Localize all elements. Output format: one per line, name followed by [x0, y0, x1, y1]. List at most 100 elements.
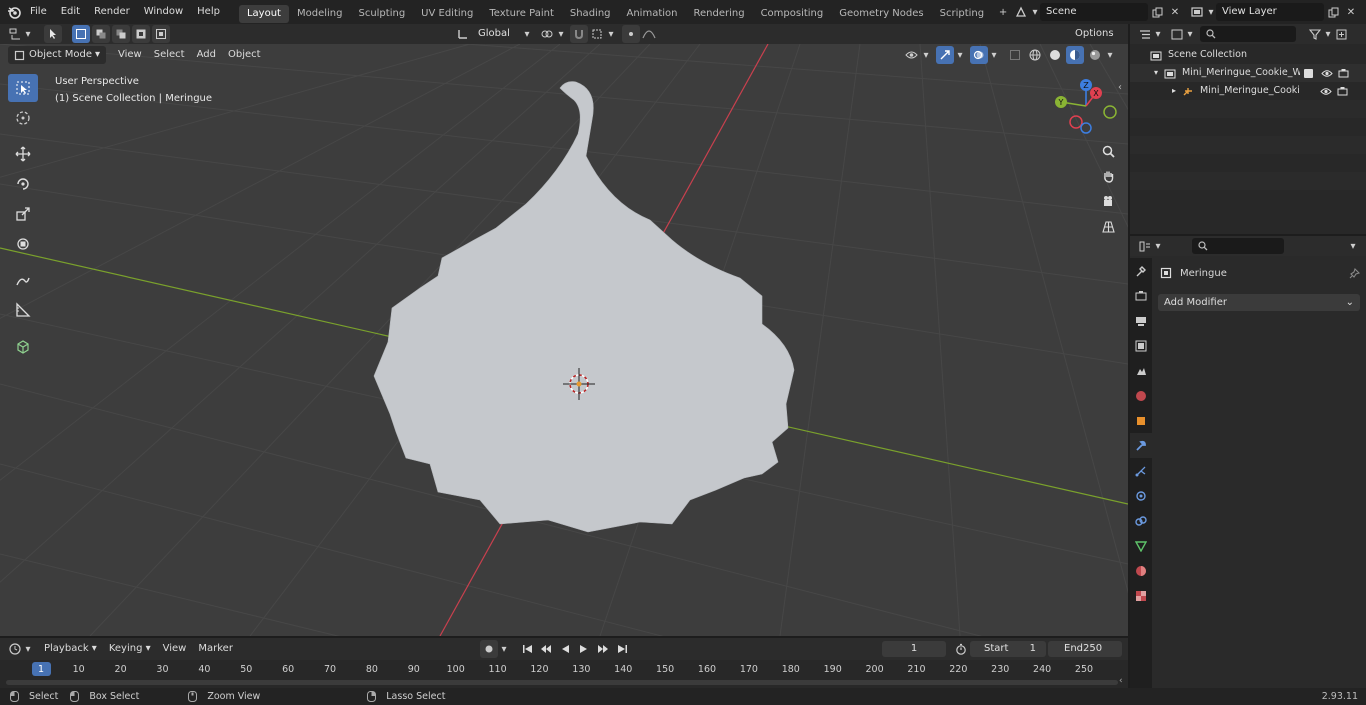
menu-select[interactable]: Select: [148, 46, 191, 64]
snap-target-icon[interactable]: [588, 25, 606, 43]
outliner-row-collection[interactable]: ▾ Mini_Meringue_Cookie_White: [1130, 64, 1366, 82]
menu-add[interactable]: Add: [191, 46, 222, 64]
add-modifier-dropdown[interactable]: Add Modifier ⌄: [1158, 294, 1360, 311]
expand-down-icon[interactable]: ▾: [1154, 64, 1164, 82]
tab-layout[interactable]: Layout: [238, 4, 289, 23]
navigation-gizmo[interactable]: Z X Y: [1052, 76, 1122, 146]
perspective-grid-icon[interactable]: [1097, 215, 1119, 237]
modifier-tab-icon[interactable]: [1130, 433, 1152, 458]
view-layer-icon[interactable]: [1188, 3, 1206, 21]
scale-tool-icon[interactable]: [8, 200, 38, 228]
sidebar-toggle-icon[interactable]: ‹: [1118, 82, 1122, 93]
select-intersect-icon[interactable]: [152, 25, 170, 43]
3d-viewport[interactable]: User Perspective (1) Scene Collection | …: [0, 24, 1128, 636]
mode-dropdown[interactable]: Object Mode ▾: [8, 46, 106, 64]
pivot-point-icon[interactable]: [538, 25, 556, 43]
close-view-layer-icon[interactable]: ✕: [1342, 3, 1360, 21]
timeline-sidebar-toggle-icon[interactable]: ‹: [1119, 676, 1123, 686]
menu-view[interactable]: View: [112, 46, 148, 64]
tab-modeling[interactable]: Modeling: [289, 5, 351, 23]
outliner-row-scene-collection[interactable]: Scene Collection: [1130, 46, 1366, 64]
select-new-icon[interactable]: [72, 25, 90, 43]
eye-icon[interactable]: [1321, 69, 1333, 78]
rotate-tool-icon[interactable]: [8, 170, 38, 198]
tab-animation[interactable]: Animation: [619, 5, 686, 23]
output-tab-icon[interactable]: [1130, 308, 1152, 333]
outliner-row-object[interactable]: ▸ Mini_Meringue_Cookie_W: [1130, 82, 1366, 100]
menu-window[interactable]: Window: [137, 0, 190, 24]
eye-icon[interactable]: [1320, 87, 1332, 96]
xray-toggle-icon[interactable]: [1006, 46, 1024, 64]
object-tab-icon[interactable]: [1130, 408, 1152, 433]
copy-scene-icon[interactable]: [1148, 3, 1166, 21]
physics-tab-icon[interactable]: [1130, 483, 1152, 508]
close-scene-icon[interactable]: ✕: [1166, 3, 1184, 21]
rendered-shading-icon[interactable]: [1086, 46, 1104, 64]
camera-icon[interactable]: [1097, 190, 1119, 212]
properties-search-input[interactable]: [1192, 238, 1284, 254]
copy-view-layer-icon[interactable]: [1324, 3, 1342, 21]
tab-shading[interactable]: Shading: [562, 5, 619, 23]
measure-tool-icon[interactable]: [8, 296, 38, 324]
pan-hand-icon[interactable]: [1097, 165, 1119, 187]
filter-icon[interactable]: [1306, 25, 1324, 43]
view-layer-tab-icon[interactable]: [1130, 333, 1152, 358]
outliner-search-input[interactable]: [1200, 26, 1296, 42]
tab-uv-editing[interactable]: UV Editing: [413, 5, 481, 23]
menu-render[interactable]: Render: [87, 0, 137, 24]
material-preview-shading-icon[interactable]: [1066, 46, 1084, 64]
scene-browse-icon[interactable]: [1012, 3, 1030, 21]
editor-type-icon[interactable]: [6, 25, 24, 43]
transform-tool-icon[interactable]: [8, 230, 38, 258]
tab-compositing[interactable]: Compositing: [753, 5, 832, 23]
add-workspace-button[interactable]: +: [994, 3, 1012, 21]
solid-shading-icon[interactable]: [1046, 46, 1064, 64]
scene-tab-icon[interactable]: [1130, 358, 1152, 383]
render-camera-icon[interactable]: [1338, 68, 1349, 78]
zoom-icon[interactable]: [1097, 140, 1119, 162]
menu-help[interactable]: Help: [190, 0, 227, 24]
tab-scripting[interactable]: Scripting: [932, 5, 992, 23]
display-mode-icon[interactable]: [1168, 25, 1186, 43]
menu-object[interactable]: Object: [222, 46, 267, 64]
render-tab-icon[interactable]: [1130, 283, 1152, 308]
pin-icon[interactable]: [1349, 267, 1360, 279]
new-collection-icon[interactable]: [1332, 25, 1350, 43]
scene-name-field[interactable]: Scene: [1040, 3, 1148, 21]
overlays-toggle-icon[interactable]: [970, 46, 988, 64]
tab-texture-paint[interactable]: Texture Paint: [481, 5, 562, 23]
world-tab-icon[interactable]: [1130, 383, 1152, 408]
wireframe-shading-icon[interactable]: [1026, 46, 1044, 64]
blender-logo-icon[interactable]: [5, 3, 23, 21]
proportional-editing-icon[interactable]: [622, 25, 640, 43]
tab-sculpting[interactable]: Sculpting: [350, 5, 413, 23]
add-cube-tool-icon[interactable]: [8, 332, 38, 360]
chevron-down-icon[interactable]: ▾: [1344, 237, 1362, 255]
particles-tab-icon[interactable]: [1130, 458, 1152, 483]
gizmo-toggle-icon[interactable]: [936, 46, 954, 64]
select-invert-icon[interactable]: [132, 25, 150, 43]
render-camera-icon[interactable]: [1337, 86, 1348, 96]
visibility-filter-icon[interactable]: [902, 46, 920, 64]
select-subtract-icon[interactable]: [112, 25, 130, 43]
transform-orientation-dropdown[interactable]: Global: [472, 25, 522, 43]
include-checkbox[interactable]: [1304, 68, 1313, 78]
select-tool-mode-icon[interactable]: [44, 25, 62, 43]
texture-tab-icon[interactable]: [1130, 583, 1152, 608]
expand-right-icon[interactable]: ▸: [1172, 82, 1182, 100]
options-dropdown[interactable]: Options ▾: [1069, 25, 1123, 57]
select-extend-icon[interactable]: [92, 25, 110, 43]
material-tab-icon[interactable]: [1130, 558, 1152, 583]
properties-editor-type-icon[interactable]: [1136, 237, 1154, 255]
tab-geometry-nodes[interactable]: Geometry Nodes: [831, 5, 931, 23]
constraints-tab-icon[interactable]: [1130, 508, 1152, 533]
outliner-editor-type-icon[interactable]: [1136, 25, 1154, 43]
transform-orientation-icon[interactable]: [454, 25, 472, 43]
timeline-scrollbar[interactable]: [6, 680, 1118, 685]
annotate-tool-icon[interactable]: [8, 266, 38, 294]
snap-toggle-icon[interactable]: [570, 25, 588, 43]
proportional-falloff-icon[interactable]: [640, 25, 658, 43]
cursor-tool-icon[interactable]: [8, 104, 38, 132]
move-tool-icon[interactable]: [8, 140, 38, 168]
meringue-mesh[interactable]: [373, 81, 795, 533]
